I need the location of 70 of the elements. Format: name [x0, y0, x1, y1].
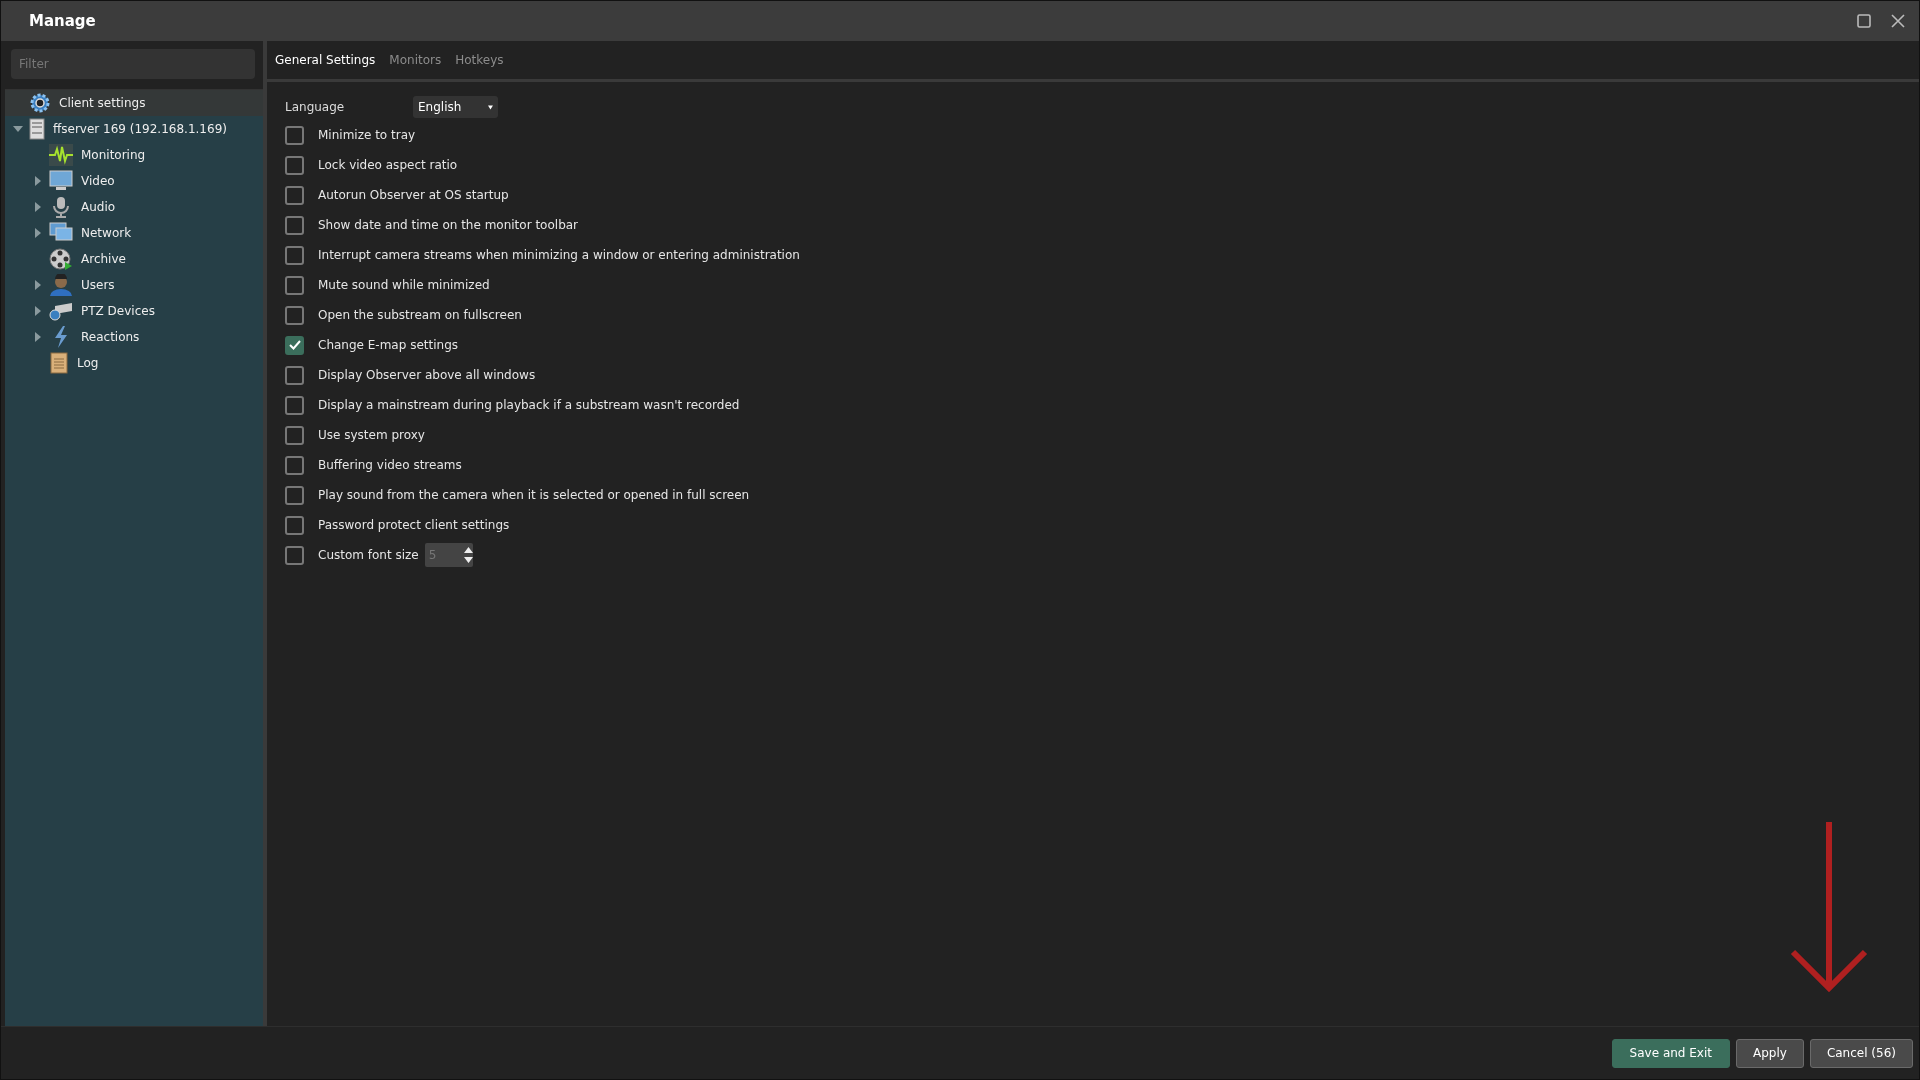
checkbox-label[interactable]: Password protect client settings [318, 518, 510, 532]
checkbox[interactable] [285, 365, 304, 385]
checkbox[interactable] [285, 245, 304, 265]
checkbox[interactable] [285, 155, 304, 175]
tab[interactable]: Monitors [389, 53, 442, 67]
checkbox[interactable] [285, 485, 304, 505]
expand-arrow-icon[interactable] [34, 306, 42, 316]
gear-icon [29, 92, 51, 114]
checkbox[interactable] [285, 335, 304, 355]
tree-item[interactable]: Log [75, 354, 101, 372]
tree-item[interactable]: Archive [79, 250, 128, 268]
checkbox[interactable] [285, 215, 304, 235]
tree-item[interactable]: Reactions [79, 328, 142, 346]
checkbox-label[interactable]: Buffering video streams [318, 458, 462, 472]
user-icon [49, 274, 73, 296]
tree-item[interactable]: Video [79, 172, 117, 190]
film-reel-icon [49, 248, 73, 270]
checkbox[interactable] [285, 305, 304, 325]
tab[interactable]: General Settings [275, 53, 376, 67]
checkbox-label[interactable]: Display a mainstream during playback if a substream wasn't recorded [318, 398, 740, 412]
checkbox[interactable] [285, 425, 304, 445]
tab[interactable]: Hotkeys [455, 53, 504, 67]
checkbox-label[interactable]: Autorun Observer at OS startup [318, 188, 509, 202]
checkbox-label[interactable]: Lock video aspect ratio [318, 158, 458, 172]
checkbox[interactable] [285, 515, 304, 535]
checkbox-label[interactable]: Use system proxy [318, 428, 425, 442]
checkbox[interactable] [285, 125, 304, 145]
expand-arrow-icon[interactable] [34, 202, 42, 212]
checkbox[interactable] [285, 395, 304, 415]
close-icon[interactable] [1891, 14, 1905, 28]
tree-item[interactable]: Monitoring [79, 146, 148, 164]
collapse-arrow-icon[interactable] [13, 125, 23, 133]
tree-item[interactable]: Audio [79, 198, 118, 216]
checkbox-label[interactable]: Open the substream on fullscreen [318, 308, 522, 322]
filter-field[interactable]: Filter [11, 49, 255, 79]
footer-button[interactable]: Save and Exit [1611, 1038, 1730, 1068]
camera-icon [49, 300, 73, 322]
expand-arrow-icon[interactable] [34, 228, 42, 238]
checkbox-label[interactable]: Minimize to tray [318, 128, 416, 142]
window-title: Manage [29, 12, 97, 30]
tree-item[interactable]: ffserver 169 (192.168.1.169) [51, 120, 229, 138]
tree-item[interactable]: PTZ Devices [79, 302, 157, 320]
checkbox[interactable] [285, 275, 304, 295]
checkbox-label[interactable]: Mute sound while minimized [318, 278, 490, 292]
checkbox-label[interactable]: Custom font size [318, 548, 419, 562]
expand-arrow-icon[interactable] [34, 332, 42, 342]
language-label: Language [285, 100, 346, 114]
checkmark-icon [288, 340, 301, 350]
checkbox[interactable] [285, 545, 304, 565]
dropdown-caret-icon [488, 103, 493, 111]
tree-item[interactable]: Network [79, 224, 134, 242]
computers-icon [49, 222, 73, 244]
server-icon [29, 118, 45, 140]
waveform-icon [49, 144, 73, 166]
checkbox[interactable] [285, 185, 304, 205]
expand-arrow-icon[interactable] [34, 280, 42, 290]
checkbox[interactable] [285, 455, 304, 475]
checkbox-label[interactable]: Show date and time on the monitor toolbar [318, 218, 579, 232]
footer-button[interactable]: Apply [1736, 1038, 1804, 1068]
document-icon [49, 352, 69, 374]
tree-item[interactable]: Users [79, 276, 117, 294]
checkbox-label[interactable]: Interrupt camera streams when minimizing a window or entering administration [318, 248, 800, 262]
expand-arrow-icon[interactable] [34, 176, 42, 186]
checkbox-label[interactable]: Change E-map settings [318, 338, 458, 352]
maximize-icon[interactable] [1857, 14, 1871, 28]
checkbox-label[interactable]: Play sound from the camera when it is selected or opened in full screen [318, 488, 750, 502]
checkbox-label[interactable]: Display Observer above all windows [318, 368, 536, 382]
language-dropdown[interactable]: English [413, 96, 498, 118]
footer-button[interactable]: Cancel (56) [1809, 1038, 1913, 1068]
monitor-icon [49, 170, 73, 192]
